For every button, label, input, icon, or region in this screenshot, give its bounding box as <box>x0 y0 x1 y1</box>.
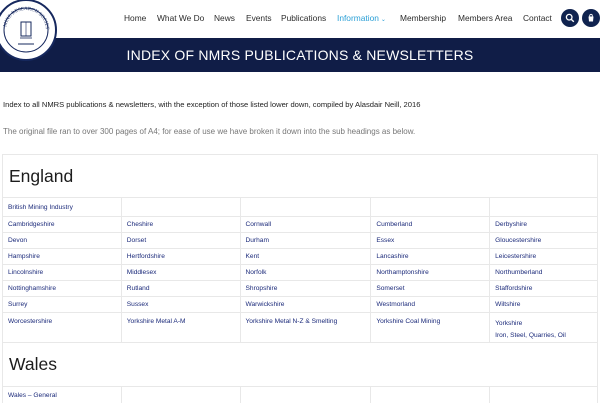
nav-members-area[interactable]: Members Area <box>458 13 512 24</box>
table-cell-link[interactable]: Wales – General <box>2 386 122 403</box>
table-cell-link[interactable]: Staffordshire <box>489 280 598 297</box>
table-cell-link[interactable]: Kent <box>239 248 372 265</box>
table-cell <box>370 197 491 217</box>
table-cell-link[interactable]: Yorkshire Coal Mining <box>370 312 491 346</box>
nav-contact[interactable]: Contact <box>523 13 552 24</box>
chevron-down-icon: ⌄ <box>380 17 386 23</box>
table-cell-link[interactable]: Warwickshire <box>239 296 372 313</box>
england-heading: England <box>9 166 74 186</box>
table-cell-link[interactable]: Yorkshire Metal N-Z & Smelting <box>239 312 372 346</box>
nav-information[interactable]: Information ⌄ <box>337 13 386 26</box>
note-text: The original file ran to over 300 pages … <box>3 127 416 136</box>
table-cell-link[interactable]: Derbyshire <box>489 216 598 233</box>
table-row: Hampshire Hertfordshire Kent Lancashire … <box>2 248 598 265</box>
table-cell-link[interactable]: Devon <box>2 232 122 249</box>
page-title: INDEX OF NMRS PUBLICATIONS & NEWSLETTERS <box>126 47 474 63</box>
table-row: British Mining Industry <box>2 197 598 217</box>
table-cell-link[interactable]: Surrey <box>2 296 122 313</box>
table-cell <box>489 386 598 403</box>
table-cell-link[interactable]: Nottinghamshire <box>2 280 122 297</box>
search-icon <box>565 13 575 23</box>
nav-home[interactable]: Home <box>124 13 146 24</box>
table-cell-link[interactable]: Norfolk <box>239 264 372 281</box>
england-table: British Mining Industry Cambridgeshire C… <box>2 197 598 346</box>
table-cell-link[interactable]: Sussex <box>120 296 241 313</box>
nav-events[interactable]: Events <box>246 13 272 24</box>
table-row: Cambridgeshire Cheshire Cornwall Cumberl… <box>2 216 598 233</box>
table-cell-link[interactable]: Cornwall <box>239 216 372 233</box>
table-cell <box>489 197 598 217</box>
table-cell-link[interactable]: Wiltshire <box>489 296 598 313</box>
table-row: Lincolnshire Middlesex Norfolk Northampt… <box>2 264 598 281</box>
table-cell-link[interactable]: Rutland <box>120 280 241 297</box>
table-cell-link[interactable]: Durham <box>239 232 372 249</box>
england-section-header: England <box>2 154 598 197</box>
yorkshire-label: Yorkshire <box>495 320 523 327</box>
search-button[interactable] <box>561 9 579 27</box>
site-header: MINE RESEARCH SOCIETY Home What We Do Ne… <box>0 0 600 61</box>
table-cell-link[interactable]: Westmorland <box>370 296 491 313</box>
table-cell-link[interactable]: Northumberland <box>489 264 598 281</box>
table-cell <box>120 197 241 217</box>
cart-button[interactable] <box>582 9 600 27</box>
table-cell-link[interactable]: British Mining Industry <box>2 197 122 217</box>
table-row: Devon Dorset Durham Essex Gloucestershir… <box>2 232 598 249</box>
table-cell <box>370 386 491 403</box>
table-cell-link[interactable]: Essex <box>370 232 491 249</box>
table-cell-link[interactable]: Hertfordshire <box>120 248 241 265</box>
yorkshire-subtitle: Iron, Steel, Quarries, Oil <box>495 332 566 339</box>
table-cell-link[interactable]: Lancashire <box>370 248 491 265</box>
site-logo[interactable]: MINE RESEARCH SOCIETY <box>0 0 58 68</box>
table-cell-link[interactable]: Shropshire <box>239 280 372 297</box>
table-cell-link[interactable]: Gloucestershire <box>489 232 598 249</box>
wales-table: Wales – General <box>2 386 598 403</box>
table-cell-link[interactable]: Hampshire <box>2 248 122 265</box>
table-cell <box>239 386 372 403</box>
nav-information-label: Information <box>337 13 379 23</box>
wales-heading: Wales <box>9 354 57 374</box>
table-row: Nottinghamshire Rutland Shropshire Somer… <box>2 280 598 297</box>
table-row: Worcestershire Yorkshire Metal A-M Yorks… <box>2 312 598 346</box>
table-cell-link[interactable]: Worcestershire <box>2 312 122 346</box>
cart-icon <box>588 13 594 22</box>
nav-what-we-do[interactable]: What We Do <box>157 13 204 24</box>
table-cell-link[interactable]: Cheshire <box>120 216 241 233</box>
table-row: Surrey Sussex Warwickshire Westmorland W… <box>2 296 598 313</box>
intro-text: Index to all NMRS publications & newslet… <box>3 100 421 109</box>
nav-publications[interactable]: Publications <box>281 13 326 24</box>
table-cell <box>120 386 241 403</box>
table-cell-link[interactable]: Northamptonshire <box>370 264 491 281</box>
table-cell-link[interactable]: Cumberland <box>370 216 491 233</box>
table-cell-link[interactable]: Somerset <box>370 280 491 297</box>
table-cell-link[interactable]: Middlesex <box>120 264 241 281</box>
table-cell-link[interactable]: Cambridgeshire <box>2 216 122 233</box>
nav-news[interactable]: News <box>214 13 235 24</box>
nav-membership[interactable]: Membership <box>400 13 446 24</box>
table-cell-link[interactable]: Dorset <box>120 232 241 249</box>
table-cell <box>239 197 372 217</box>
page-title-banner: INDEX OF NMRS PUBLICATIONS & NEWSLETTERS <box>0 38 600 72</box>
wales-section-header: Wales <box>2 342 598 386</box>
table-cell-link[interactable]: Yorkshire Iron, Steel, Quarries, Oil <box>489 312 598 346</box>
table-row: Wales – General <box>2 386 598 403</box>
table-cell-link[interactable]: Lincolnshire <box>2 264 122 281</box>
table-cell-link[interactable]: Yorkshire Metal A-M <box>120 312 241 346</box>
table-cell-link[interactable]: Leicestershire <box>489 248 598 265</box>
